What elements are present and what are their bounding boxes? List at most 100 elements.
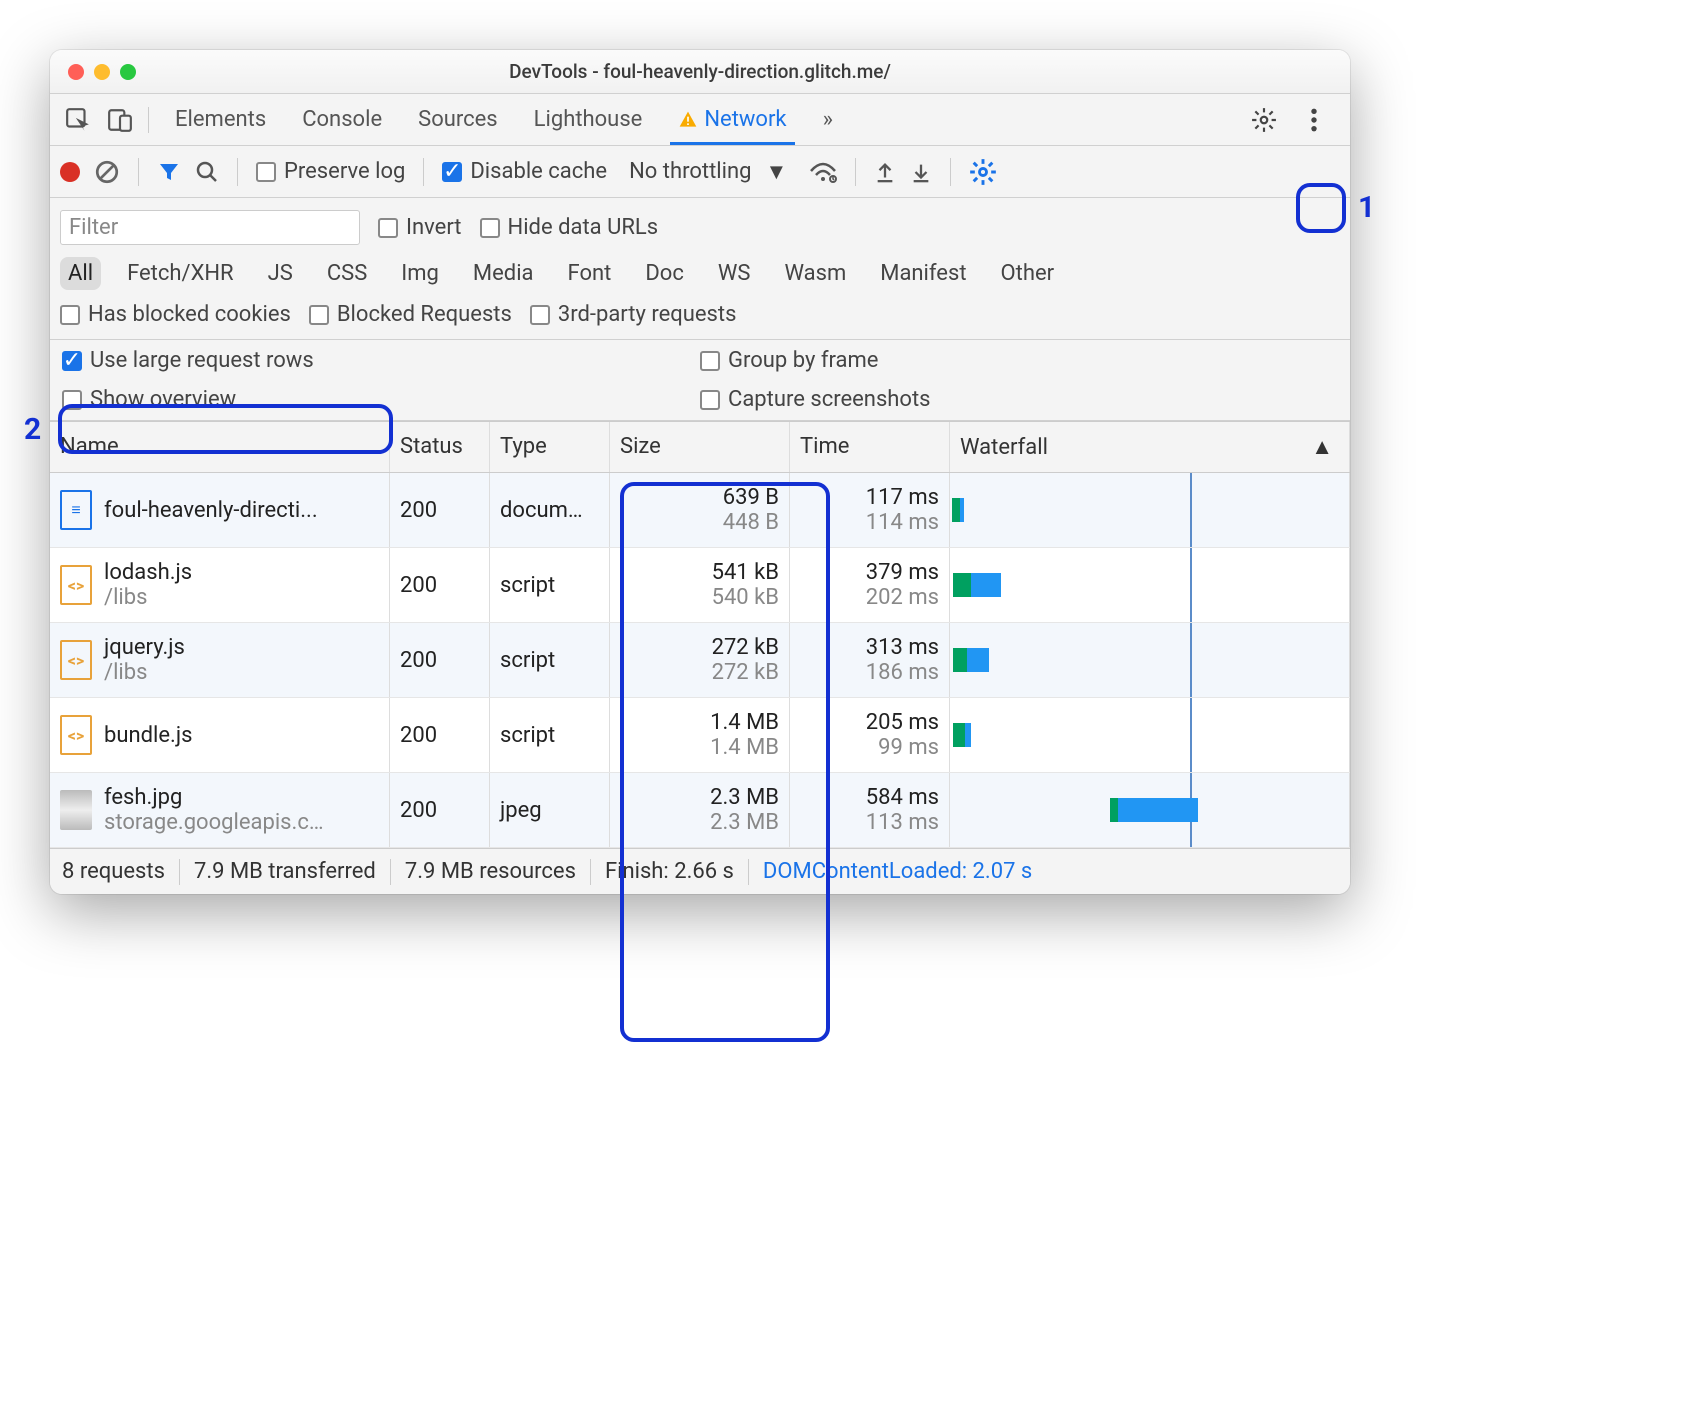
import-har-icon[interactable] bbox=[874, 161, 896, 183]
status-cell: 200 bbox=[390, 773, 490, 847]
filter-media[interactable]: Media bbox=[465, 257, 542, 290]
settings-icon[interactable] bbox=[1244, 107, 1284, 133]
window-title: DevTools - foul-heavenly-direction.glitc… bbox=[50, 60, 1350, 83]
devtools-tabbar: Elements Console Sources Lighthouse Netw… bbox=[50, 94, 1350, 146]
filter-ws[interactable]: WS bbox=[710, 257, 759, 290]
close-window-button[interactable] bbox=[68, 64, 84, 80]
file-type-icon: ≡ bbox=[60, 490, 92, 530]
clear-icon[interactable] bbox=[94, 159, 120, 185]
waterfall-cell bbox=[950, 548, 1350, 622]
search-icon[interactable] bbox=[195, 160, 219, 184]
preserve-log-checkbox[interactable]: Preserve log bbox=[256, 159, 405, 184]
filter-input[interactable]: Filter bbox=[60, 210, 360, 245]
size-cell: 1.4 MB1.4 MB bbox=[610, 698, 790, 772]
disable-cache-checkbox[interactable]: ✓Disable cache bbox=[442, 159, 607, 184]
resource-type-filters: All Fetch/XHR JS CSS Img Media Font Doc … bbox=[60, 251, 1340, 296]
show-overview-checkbox[interactable]: Show overview bbox=[62, 387, 700, 412]
inspect-icon[interactable] bbox=[58, 94, 98, 145]
request-name: bundle.js bbox=[104, 723, 192, 748]
col-name[interactable]: Name bbox=[50, 422, 390, 472]
filter-icon[interactable] bbox=[157, 160, 181, 184]
time-cell: 205 ms99 ms bbox=[790, 698, 950, 772]
device-toggle-icon[interactable] bbox=[100, 94, 140, 145]
status-cell: 200 bbox=[390, 548, 490, 622]
summary-transferred: 7.9 MB transferred bbox=[194, 859, 376, 884]
col-type[interactable]: Type bbox=[490, 422, 610, 472]
devtools-window: DevTools - foul-heavenly-direction.glitc… bbox=[50, 50, 1350, 894]
capture-screenshots-checkbox[interactable]: Capture screenshots bbox=[700, 387, 1338, 412]
col-time[interactable]: Time bbox=[790, 422, 950, 472]
filter-fetchxhr[interactable]: Fetch/XHR bbox=[119, 257, 242, 290]
filter-manifest[interactable]: Manifest bbox=[872, 257, 974, 290]
table-row[interactable]: fesh.jpgstorage.googleapis.c… 200 jpeg 2… bbox=[50, 773, 1350, 848]
time-cell: 117 ms114 ms bbox=[790, 473, 950, 547]
summary-dcl: DOMContentLoaded: 2.07 s bbox=[763, 859, 1032, 884]
time-cell: 379 ms202 ms bbox=[790, 548, 950, 622]
zoom-window-button[interactable] bbox=[120, 64, 136, 80]
filter-bar: Filter Invert Hide data URLs All Fetch/X… bbox=[50, 198, 1350, 340]
divider bbox=[148, 107, 149, 133]
disable-cache-label: Disable cache bbox=[470, 159, 607, 184]
titlebar: DevTools - foul-heavenly-direction.glitc… bbox=[50, 50, 1350, 94]
table-row[interactable]: <> jquery.js/libs 200 script 272 kB272 k… bbox=[50, 623, 1350, 698]
table-row[interactable]: <> bundle.js 200 script 1.4 MB1.4 MB 205… bbox=[50, 698, 1350, 773]
filter-doc[interactable]: Doc bbox=[637, 257, 692, 290]
request-name: lodash.js bbox=[104, 560, 192, 585]
use-large-rows-checkbox[interactable]: ✓Use large request rows bbox=[62, 348, 700, 373]
callout-1-label: 1 bbox=[1358, 190, 1375, 225]
tab-console[interactable]: Console bbox=[284, 94, 400, 145]
request-path: /libs bbox=[104, 585, 192, 610]
filter-css[interactable]: CSS bbox=[319, 257, 375, 290]
table-row[interactable]: ≡ foul-heavenly-directi... 200 docum… 63… bbox=[50, 473, 1350, 548]
tab-elements[interactable]: Elements bbox=[157, 94, 284, 145]
size-cell: 272 kB272 kB bbox=[610, 623, 790, 697]
filter-other[interactable]: Other bbox=[993, 257, 1063, 290]
export-har-icon[interactable] bbox=[910, 161, 932, 183]
size-cell: 639 B448 B bbox=[610, 473, 790, 547]
hide-data-urls-checkbox[interactable]: Hide data URLs bbox=[480, 215, 659, 240]
type-cell: docum… bbox=[490, 473, 610, 547]
throttling-select[interactable]: No throttling ▼ bbox=[621, 157, 795, 187]
kebab-menu-icon[interactable] bbox=[1294, 107, 1334, 133]
type-cell: script bbox=[490, 698, 610, 772]
filter-wasm[interactable]: Wasm bbox=[776, 257, 854, 290]
tab-sources[interactable]: Sources bbox=[400, 94, 516, 145]
tab-lighthouse[interactable]: Lighthouse bbox=[516, 94, 661, 145]
request-name: foul-heavenly-directi... bbox=[104, 498, 318, 523]
waterfall-cell bbox=[950, 473, 1350, 547]
waterfall-cell bbox=[950, 623, 1350, 697]
record-button[interactable] bbox=[60, 162, 80, 182]
time-cell: 584 ms113 ms bbox=[790, 773, 950, 847]
file-type-icon: <> bbox=[60, 715, 92, 755]
col-waterfall[interactable]: Waterfall▲ bbox=[950, 422, 1350, 472]
network-settings-icon[interactable] bbox=[969, 158, 997, 186]
tabs-overflow[interactable]: » bbox=[805, 94, 851, 145]
col-size[interactable]: Size bbox=[610, 422, 790, 472]
network-table-body: ≡ foul-heavenly-directi... 200 docum… 63… bbox=[50, 473, 1350, 848]
tab-network[interactable]: Network bbox=[660, 94, 804, 145]
table-row[interactable]: <> lodash.js/libs 200 script 541 kB540 k… bbox=[50, 548, 1350, 623]
col-status[interactable]: Status bbox=[390, 422, 490, 472]
group-by-frame-checkbox[interactable]: Group by frame bbox=[700, 348, 1338, 373]
invert-checkbox[interactable]: Invert bbox=[378, 215, 462, 240]
third-party-checkbox[interactable]: 3rd-party requests bbox=[530, 302, 737, 327]
waterfall-cell bbox=[950, 773, 1350, 847]
network-table-header: Name Status Type Size Time Waterfall▲ bbox=[50, 421, 1350, 473]
summary-finish: Finish: 2.66 s bbox=[605, 859, 734, 884]
filter-font[interactable]: Font bbox=[560, 257, 620, 290]
request-path: storage.googleapis.c… bbox=[104, 810, 324, 835]
file-type-icon bbox=[60, 790, 92, 830]
blocked-requests-checkbox[interactable]: Blocked Requests bbox=[309, 302, 512, 327]
filter-all[interactable]: All bbox=[60, 257, 101, 290]
request-name: jquery.js bbox=[104, 635, 185, 660]
status-cell: 200 bbox=[390, 623, 490, 697]
filter-js[interactable]: JS bbox=[260, 257, 301, 290]
network-conditions-icon[interactable] bbox=[809, 161, 837, 183]
size-cell: 2.3 MB2.3 MB bbox=[610, 773, 790, 847]
minimize-window-button[interactable] bbox=[94, 64, 110, 80]
filter-img[interactable]: Img bbox=[393, 257, 447, 290]
request-path: /libs bbox=[104, 660, 185, 685]
has-blocked-cookies-checkbox[interactable]: Has blocked cookies bbox=[60, 302, 291, 327]
summary-resources: 7.9 MB resources bbox=[405, 859, 576, 884]
time-cell: 313 ms186 ms bbox=[790, 623, 950, 697]
